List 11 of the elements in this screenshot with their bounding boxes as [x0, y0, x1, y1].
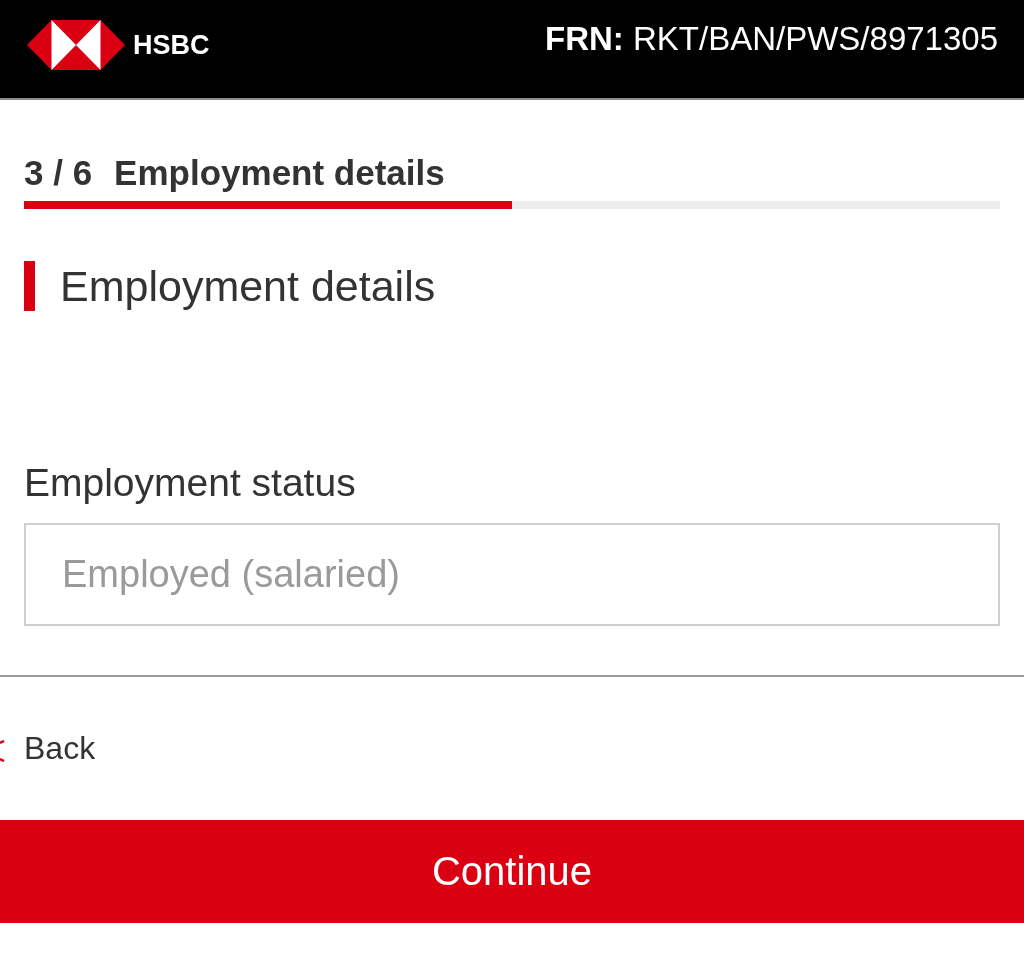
section-accent-bar — [24, 261, 35, 311]
step-counter: 3 / 6 — [24, 153, 93, 193]
step-title: Employment details — [114, 153, 445, 193]
chevron-icon — [0, 740, 5, 762]
brand-name: HSBC — [133, 29, 210, 61]
reference-number: FRN: RKT/BAN/PWS/8971305 — [545, 20, 998, 58]
field-label: Employment status — [24, 461, 356, 505]
back-link[interactable]: Back — [24, 728, 96, 768]
hexagon-logo-icon — [27, 20, 125, 70]
section-title: Employment details — [60, 261, 436, 311]
continue-button[interactable]: Continue — [0, 820, 1024, 923]
